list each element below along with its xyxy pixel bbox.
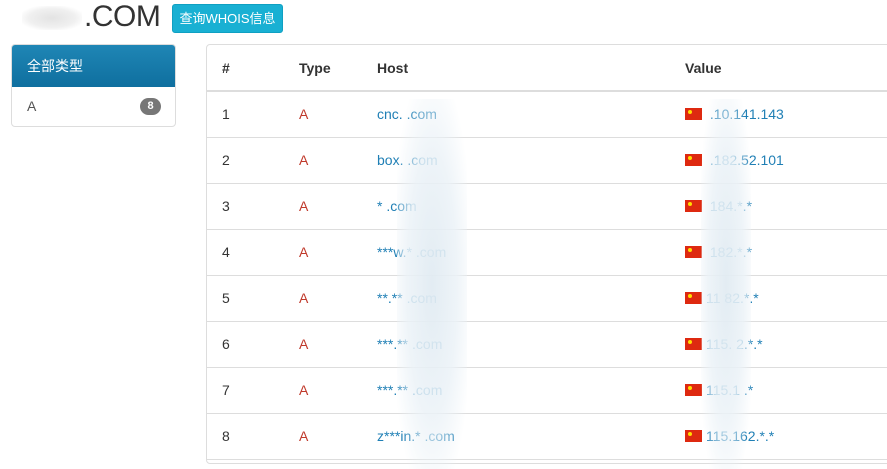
row-number: 5: [207, 275, 299, 322]
host-text[interactable]: ***w.* .com: [377, 244, 446, 260]
table-row: 4 A ***w.* .com 182.*.*: [207, 229, 887, 276]
table-row: 8 A z***in.* .com 115.162.*.*: [207, 413, 887, 460]
type-filter-a[interactable]: A 8: [12, 87, 175, 126]
host-link[interactable]: **.** .com: [377, 275, 685, 322]
china-flag-icon: [685, 338, 702, 350]
host-link[interactable]: cnc. .com: [377, 91, 685, 138]
china-flag-icon: [685, 200, 702, 212]
china-flag-icon: [685, 430, 702, 442]
table-row: 6 A ***.** .com 115. 2.*.*: [207, 321, 887, 368]
host-text[interactable]: ***.** .com: [377, 382, 442, 398]
ip-value-link[interactable]: 115.1 .*: [706, 382, 753, 398]
table-header-row: # Type Host Value: [207, 45, 887, 92]
domain-title: .COM: [84, 0, 161, 33]
table-row: 5 A **.** .com 11 82.*.*: [207, 275, 887, 322]
type-count-badge: 8: [140, 98, 161, 115]
value-cell[interactable]: .10.141.143: [685, 91, 887, 138]
host-link[interactable]: * .com: [377, 183, 685, 230]
ip-value-link[interactable]: .10.141.143: [706, 106, 784, 122]
row-number: 7: [207, 367, 299, 414]
host-link[interactable]: ***w.* .com: [377, 229, 685, 276]
whois-query-button[interactable]: 查询WHOIS信息: [172, 4, 283, 33]
column-header-type: Type: [299, 45, 377, 92]
row-number: 8: [207, 413, 299, 460]
record-type: A: [299, 137, 377, 184]
ip-value-link[interactable]: 182.*.*: [706, 244, 752, 260]
record-type: A: [299, 321, 377, 368]
table-row: 7 A ***.** .com 115.1 .*: [207, 367, 887, 414]
china-flag-icon: [685, 292, 702, 304]
row-number: 3: [207, 183, 299, 230]
column-header-host: Host: [377, 45, 685, 92]
ip-value-link[interactable]: .182.52.101: [706, 152, 784, 168]
row-number: 2: [207, 137, 299, 184]
domain-name-redacted: [22, 6, 82, 30]
page-header: .COM 查询WHOIS信息: [0, 0, 887, 40]
host-link[interactable]: ***.** .com: [377, 367, 685, 414]
column-header-value: Value: [685, 45, 887, 92]
host-text[interactable]: z***in.* .com: [377, 428, 455, 444]
dns-records-panel: # Type Host Value 1 A cnc. .com .10.141.…: [206, 44, 887, 469]
record-type-panel: 全部类型 A 8: [11, 44, 176, 127]
table-row: 3 A * .com 184.*.*: [207, 183, 887, 230]
row-number: 6: [207, 321, 299, 368]
ip-value-link[interactable]: 115. 2.*.*: [706, 336, 763, 352]
value-cell[interactable]: 182.*.*: [685, 229, 887, 276]
record-type: A: [299, 413, 377, 460]
row-number: 4: [207, 229, 299, 276]
record-type: A: [299, 229, 377, 276]
table-row: 2 A box. .com .182.52.101: [207, 137, 887, 184]
value-cell[interactable]: 115.1 .*: [685, 367, 887, 414]
host-text[interactable]: box. .com: [377, 152, 438, 168]
type-filter-label: A: [27, 98, 37, 114]
column-header-num: #: [207, 45, 299, 92]
china-flag-icon: [685, 154, 702, 166]
value-cell[interactable]: 11 82.*.*: [685, 275, 887, 322]
record-type: A: [299, 367, 377, 414]
host-link[interactable]: ***.** .com: [377, 321, 685, 368]
table-row: 1 A cnc. .com .10.141.143: [207, 91, 887, 138]
host-link[interactable]: z***in.* .com: [377, 413, 685, 460]
host-link[interactable]: box. .com: [377, 137, 685, 184]
ip-value-link[interactable]: 184.*.*: [706, 198, 752, 214]
value-cell[interactable]: 115.162.*.*: [685, 413, 887, 460]
record-type: A: [299, 91, 377, 138]
host-text[interactable]: * .com: [377, 198, 417, 214]
all-types-header[interactable]: 全部类型: [12, 45, 175, 87]
ip-value-link[interactable]: 11 82.*.*: [706, 290, 759, 306]
host-text[interactable]: ***.** .com: [377, 336, 442, 352]
value-cell[interactable]: 184.*.*: [685, 183, 887, 230]
china-flag-icon: [685, 384, 702, 396]
value-cell[interactable]: .182.52.101: [685, 137, 887, 184]
host-text[interactable]: cnc. .com: [377, 106, 437, 122]
record-type: A: [299, 183, 377, 230]
host-text[interactable]: **.** .com: [377, 290, 437, 306]
china-flag-icon: [685, 246, 702, 258]
value-cell[interactable]: 115. 2.*.*: [685, 321, 887, 368]
record-type: A: [299, 275, 377, 322]
ip-value-link[interactable]: 115.162.*.*: [706, 428, 774, 444]
china-flag-icon: [685, 108, 702, 121]
row-number: 1: [207, 91, 299, 138]
dns-records-table: # Type Host Value 1 A cnc. .com .10.141.…: [207, 45, 887, 460]
